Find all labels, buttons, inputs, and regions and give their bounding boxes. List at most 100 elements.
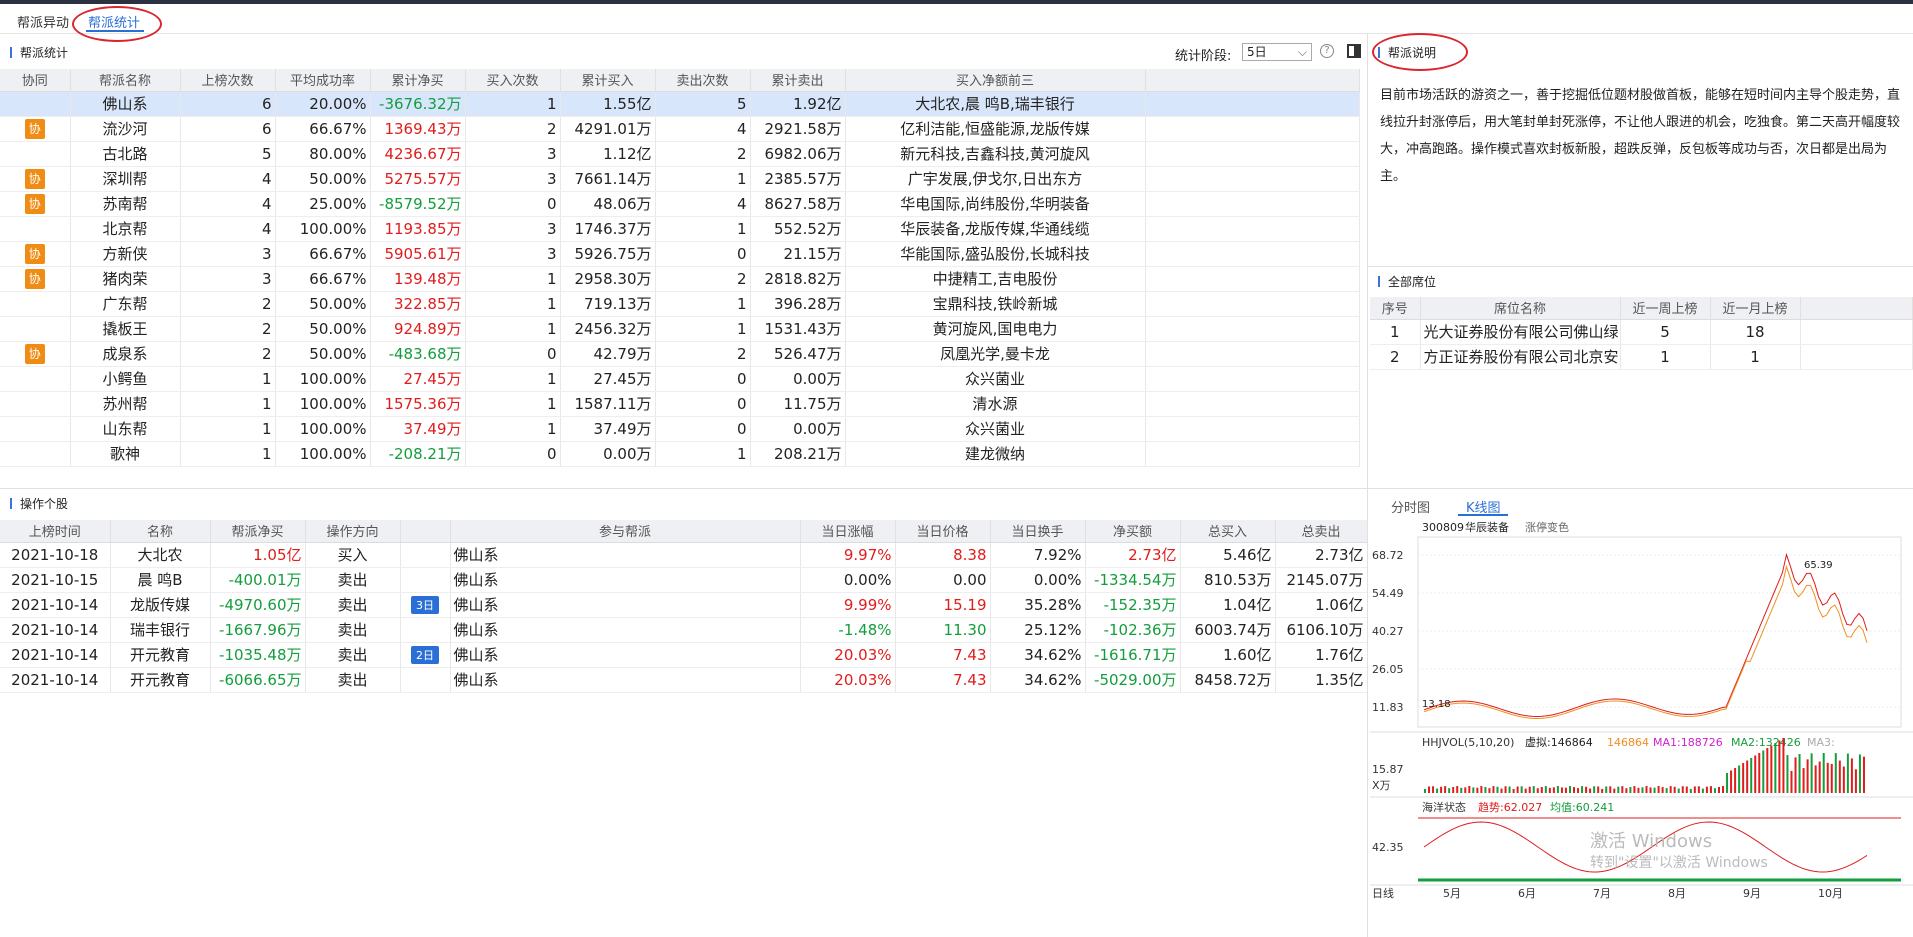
col-header[interactable]: 协同 bbox=[0, 69, 71, 92]
x-tick: 8月 bbox=[1668, 887, 1686, 900]
tab-gang-change[interactable]: 帮派异动 bbox=[17, 12, 69, 31]
direction: 卖出 bbox=[305, 592, 401, 618]
times: 1 bbox=[180, 391, 276, 417]
osc-ytick: 42.35 bbox=[1372, 841, 1404, 854]
col-header[interactable]: 上榜时间 bbox=[0, 520, 111, 543]
table-row[interactable]: 歌神 1 100.00% -208.21万 0 0.00万 1 208.21万 建龙微纳 bbox=[0, 441, 1360, 467]
stock-name[interactable]: 龙版传媒 bbox=[110, 592, 211, 618]
col-header[interactable]: 卖出次数 bbox=[655, 69, 751, 92]
table-row[interactable]: 1 光大证券股份有限公司佛山绿... 5 18 bbox=[1370, 319, 1913, 345]
kline-chart[interactable]: 300809 华辰装备 涨停变色 68.72 54.49 40.27 26.05 11.83 6… bbox=[1370, 517, 1913, 937]
col-header[interactable]: 当日换手 bbox=[990, 520, 1086, 543]
price: 0.00 bbox=[895, 567, 991, 593]
total-sell: 2145.07万 bbox=[1275, 567, 1368, 593]
col-header[interactable]: 总买入 bbox=[1180, 520, 1276, 543]
net: 5275.57万 bbox=[370, 166, 466, 192]
total-sell: 2.73亿 bbox=[1275, 542, 1368, 568]
volume-bar bbox=[1766, 748, 1769, 793]
volume-bar bbox=[1810, 753, 1813, 793]
col-header[interactable]: 平均成功率 bbox=[275, 69, 371, 92]
table-row[interactable]: 苏州帮 1 100.00% 1575.36万 1 1587.11万 0 11.75万 清水源 bbox=[0, 391, 1360, 417]
xie-badge: 协 bbox=[24, 193, 45, 214]
col-header[interactable]: 累计净买 bbox=[370, 69, 466, 92]
annotation-circle bbox=[72, 6, 162, 42]
col-header[interactable]: 近一月上榜 bbox=[1710, 297, 1801, 320]
volume-bar bbox=[1681, 786, 1684, 793]
times: 5 bbox=[180, 141, 276, 167]
volume-bar bbox=[1846, 753, 1849, 793]
col-header[interactable]: 买入次数 bbox=[465, 69, 561, 92]
volume-bar bbox=[1448, 788, 1451, 793]
seats-header: 全部席位 bbox=[1378, 271, 1436, 293]
col-header[interactable]: 累计卖出 bbox=[750, 69, 846, 92]
col-header[interactable]: 当日价格 bbox=[895, 520, 991, 543]
gang-stats-title: 帮派统计 bbox=[20, 46, 69, 60]
table-row[interactable]: 广东帮 2 50.00% 322.85万 1 719.13万 1 396.28万 宝鼎科技,铁岭… bbox=[0, 291, 1360, 317]
table-row[interactable]: 2021-10-18 大北农 1.05亿 买入 佛山系 9.97% 8.38 7.92% 2.7… bbox=[0, 542, 1368, 568]
table-row[interactable]: 协成泉系 2 50.00% -483.68万 0 42.79万 2 526.47万 凤凰光学,曼… bbox=[0, 341, 1360, 367]
col-header[interactable]: 序号 bbox=[1370, 297, 1421, 320]
table-row[interactable]: 佛山系 6 20.00% -3676.32万 1 1.55亿 5 1.92亿 大北农,晨 鸣B,… bbox=[0, 91, 1360, 117]
table-row[interactable]: 小鳄鱼 1 100.00% 27.45万 1 27.45万 0 0.00万 众兴菌业 bbox=[0, 366, 1360, 392]
stock-name[interactable]: 瑞丰银行 bbox=[110, 617, 211, 643]
stock-name[interactable]: 晨 鸣B bbox=[110, 567, 211, 593]
table-row[interactable]: 2 方正证券股份有限公司北京安... 1 1 bbox=[1370, 344, 1913, 370]
buy-amount: 48.06万 bbox=[560, 191, 656, 217]
table-row[interactable]: 古北路 5 80.00% 4236.67万 3 1.12亿 2 6982.06万 新元科技,吉鑫… bbox=[0, 141, 1360, 167]
table-row[interactable]: 撬板王 2 50.00% 924.89万 1 2456.32万 1 1531.43万 黄河旋风,… bbox=[0, 316, 1360, 342]
table-row[interactable]: 2021-10-14 开元教育 -6066.65万 卖出 佛山系 20.03% 7.43 34… bbox=[0, 667, 1368, 693]
col-header[interactable]: 累计买入 bbox=[560, 69, 656, 92]
col-header[interactable]: 席位名称 bbox=[1420, 297, 1621, 320]
col-header[interactable]: 名称 bbox=[110, 520, 211, 543]
table-row[interactable]: 山东帮 1 100.00% 37.49万 1 37.49万 0 0.00万 众兴菌业 bbox=[0, 416, 1360, 442]
rate: 100.00% bbox=[275, 366, 371, 392]
col-header[interactable]: 帮派名称 bbox=[70, 69, 181, 92]
rate: 66.67% bbox=[275, 116, 371, 142]
buy-count: 0 bbox=[465, 341, 561, 367]
tab-bar: 帮派异动 帮派统计 bbox=[0, 4, 1913, 42]
table-row[interactable]: 协方新侠 3 66.67% 5905.61万 3 5926.75万 0 21.15万 华能国际,… bbox=[0, 241, 1360, 267]
table-row[interactable]: 2021-10-14 瑞丰银行 -1667.96万 卖出 佛山系 -1.48% 11.30 2… bbox=[0, 617, 1368, 643]
table-row[interactable]: 2021-10-15 晨 鸣B -400.01万 卖出 佛山系 0.00% 0.00 0.00… bbox=[0, 567, 1368, 593]
tab-timeshare[interactable]: 分时图 bbox=[1391, 497, 1430, 516]
sell-amount: 396.28万 bbox=[750, 291, 846, 317]
ops-table: 上榜时间 名称 帮派净买 操作方向 参与帮派 当日涨幅 当日价格 当日换手 净买额 总买入 总卖出 … bbox=[0, 520, 1368, 693]
col-header[interactable]: 操作方向 bbox=[305, 520, 401, 543]
col-header[interactable]: 帮派净买 bbox=[210, 520, 306, 543]
stock-name[interactable]: 大北农 bbox=[110, 542, 211, 568]
col-header[interactable]: 当日涨幅 bbox=[800, 520, 896, 543]
col-header[interactable]: 净买额 bbox=[1085, 520, 1181, 543]
col-header[interactable] bbox=[400, 520, 451, 543]
price: 15.19 bbox=[895, 592, 991, 618]
period-select[interactable]: 5日 ⌵ bbox=[1242, 43, 1312, 61]
col-header[interactable]: 参与帮派 bbox=[450, 520, 801, 543]
volume-bar bbox=[1633, 786, 1636, 793]
rate: 50.00% bbox=[275, 341, 371, 367]
stock-name[interactable]: 开元教育 bbox=[110, 667, 211, 693]
table-row[interactable]: 协 深圳帮 4 50.00% 5275.57万 3 7661.14万 1 2385.57万 广宇发… bbox=[0, 166, 1360, 192]
watermark: 激活 Windows bbox=[1590, 831, 1712, 852]
gang-name: 古北路 bbox=[70, 141, 181, 167]
xie-cell: 协 bbox=[0, 116, 71, 142]
table-row[interactable]: 协 猪肉荣 3 66.67% 139.48万 1 2958.30万 2 2818.82万 中捷精工… bbox=[0, 266, 1360, 292]
col-header[interactable]: 买入净额前三 bbox=[845, 69, 1146, 92]
change: 9.97% bbox=[800, 542, 896, 568]
table-row[interactable]: 北京帮 4 100.00% 1193.85万 3 1746.37万 1 552.52万 华辰装备… bbox=[0, 216, 1360, 242]
volume-bar bbox=[1581, 786, 1584, 793]
turnover: 7.92% bbox=[990, 542, 1086, 568]
y-tick: 54.49 bbox=[1372, 587, 1404, 600]
osc-avg: 均值:60.241 bbox=[1550, 801, 1614, 814]
panel-toggle-icon[interactable] bbox=[1347, 44, 1361, 58]
rate: 50.00% bbox=[275, 291, 371, 317]
help-icon[interactable]: ? bbox=[1320, 44, 1334, 58]
table-row[interactable]: 2021-10-14 开元教育 -1035.48万 卖出 2日 佛山系 20.03% 7.43… bbox=[0, 642, 1368, 668]
table-row[interactable]: 协 流沙河 6 66.67% 1369.43万 2 4291.01万 4 2921.58万 亿利洁… bbox=[0, 116, 1360, 142]
col-header[interactable]: 近一周上榜 bbox=[1620, 297, 1711, 320]
buy-amount: 5926.75万 bbox=[560, 241, 656, 267]
volume-bar bbox=[1770, 745, 1773, 793]
col-header[interactable]: 总卖出 bbox=[1275, 520, 1368, 543]
stock-name[interactable]: 开元教育 bbox=[110, 642, 211, 668]
table-row[interactable]: 2021-10-14 龙版传媒 -4970.60万 卖出 3日 佛山系 9.99% 15.19… bbox=[0, 592, 1368, 618]
col-header[interactable]: 上榜次数 bbox=[180, 69, 276, 92]
table-row[interactable]: 协苏南帮 4 25.00% -8579.52万 0 48.06万 4 8627.58万 华电国际… bbox=[0, 191, 1360, 217]
